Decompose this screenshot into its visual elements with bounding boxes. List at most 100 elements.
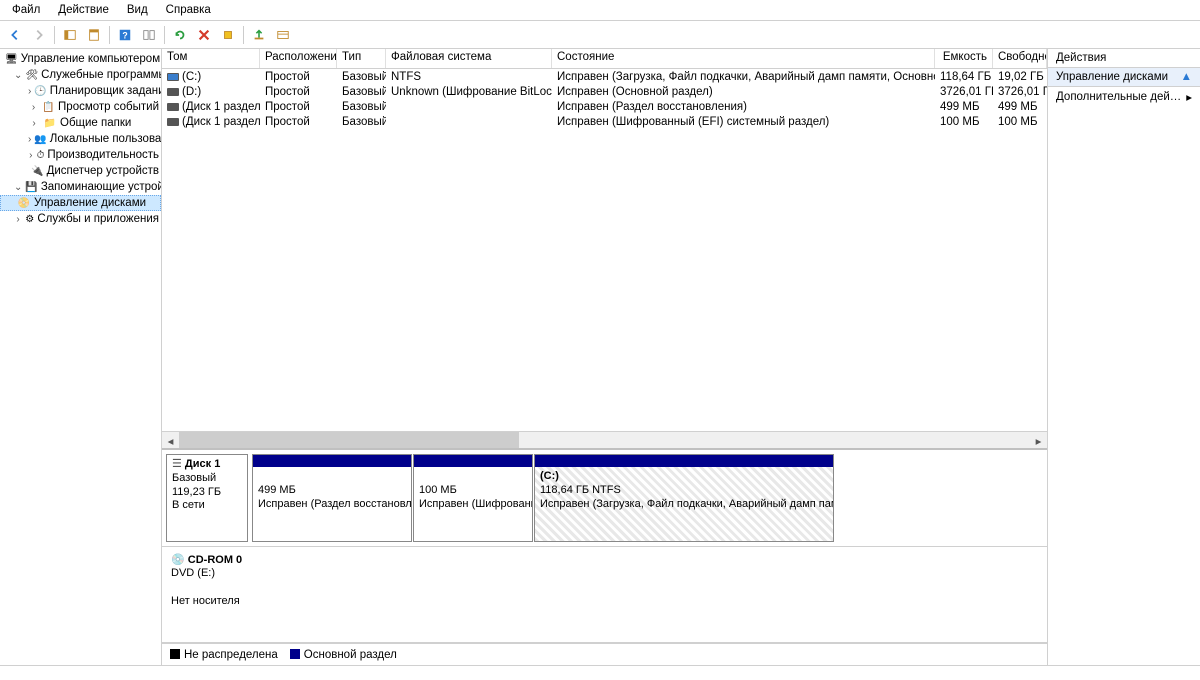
drive-icon xyxy=(167,73,179,81)
scroll-right-icon[interactable]: ▸ xyxy=(1030,432,1047,449)
tree-label: Службы и приложения xyxy=(37,213,159,225)
tree-scheduler[interactable]: ›🕒Планировщик заданий xyxy=(0,83,161,99)
partition-status: Исправен (Шифрованнь xyxy=(419,498,532,510)
swatch-icon xyxy=(170,649,180,659)
partition-size: 499 МБ xyxy=(258,484,296,496)
options-button[interactable] xyxy=(138,24,160,46)
services-icon: ⚙ xyxy=(25,212,34,226)
tree-storage[interactable]: ⌄💾Запоминающие устройст xyxy=(0,179,161,195)
drive-icon xyxy=(167,88,179,96)
clock-icon: 🕒 xyxy=(34,84,46,98)
col-volume[interactable]: Том xyxy=(162,49,260,68)
delete-button[interactable] xyxy=(193,24,215,46)
partition-stripe xyxy=(414,455,532,467)
volume-row[interactable]: (Диск 1 раздел 2) Простой Базовый Исправ… xyxy=(162,114,1047,129)
partition-c[interactable]: (C:) 118,64 ГБ NTFS Исправен (Загрузка, … xyxy=(534,454,834,542)
disk-status: Нет носителя xyxy=(171,595,240,607)
volume-list-header: Том Расположение Тип Файловая система Со… xyxy=(162,49,1047,69)
users-icon: 👥 xyxy=(34,132,46,146)
partition-status: Исправен (Загрузка, Файл подкачки, Авари… xyxy=(540,498,833,510)
partition-size: 100 МБ xyxy=(419,484,457,496)
tree-label: Управление дисками xyxy=(34,197,146,209)
tree-label: Локальные пользоват xyxy=(50,133,161,145)
main-area: 🖥Управление компьютером (л ⌄🛠Служебные п… xyxy=(0,49,1200,665)
volume-name: (Диск 1 раздел 2) xyxy=(182,116,260,128)
disk-icon: 📀 xyxy=(17,196,31,210)
properties-button[interactable] xyxy=(83,24,105,46)
tree-label: Общие папки xyxy=(60,117,131,129)
col-status[interactable]: Состояние xyxy=(552,49,935,68)
disk-type: Базовый xyxy=(172,472,216,484)
tree-local-users[interactable]: ›👥Локальные пользоват xyxy=(0,131,161,147)
col-free[interactable]: Свободно xyxy=(993,49,1047,68)
cdrom-label[interactable]: 💿 CD-ROM 0 DVD (E:) Нет носителя xyxy=(166,551,248,639)
tree-label: Управление компьютером (л xyxy=(21,53,161,65)
chevron-right-icon: ▸ xyxy=(1186,90,1192,104)
tree-system-tools[interactable]: ⌄🛠Служебные программы xyxy=(0,67,161,83)
scroll-left-icon[interactable]: ◂ xyxy=(162,432,179,449)
toolbar-separator xyxy=(109,26,110,44)
actions-header: Действия xyxy=(1048,49,1200,68)
disk-layout-panel: ☰ Диск 1 Базовый 119,23 ГБ В сети 499 МБ… xyxy=(162,450,1047,665)
toolbar: ? xyxy=(0,21,1200,49)
forward-button[interactable] xyxy=(28,24,50,46)
disk-row-cdrom: 💿 CD-ROM 0 DVD (E:) Нет носителя xyxy=(162,547,1047,644)
disk-type: DVD (E:) xyxy=(171,567,215,579)
cdrom-icon: 💿 xyxy=(171,554,188,566)
svg-text:?: ? xyxy=(122,30,127,40)
toolbar-separator xyxy=(54,26,55,44)
partition-size: 118,64 ГБ NTFS xyxy=(540,484,621,496)
computer-icon: 🖥 xyxy=(5,52,18,66)
toolbar-button[interactable] xyxy=(248,24,270,46)
tree-label: Служебные программы xyxy=(41,69,161,81)
actions-more[interactable]: Дополнительные дей… ▸ xyxy=(1048,87,1200,107)
partition-stripe xyxy=(535,455,833,467)
collapse-icon: ▲ xyxy=(1181,71,1192,83)
tree-device-manager[interactable]: 🔌Диспетчер устройств xyxy=(0,163,161,179)
volume-list: Том Расположение Тип Файловая система Со… xyxy=(162,49,1047,450)
actions-group[interactable]: Управление дисками ▲ xyxy=(1048,68,1200,87)
toolbar-button[interactable] xyxy=(217,24,239,46)
volume-row[interactable]: (C:) Простой Базовый NTFS Исправен (Загр… xyxy=(162,69,1047,84)
disk1-label[interactable]: ☰ Диск 1 Базовый 119,23 ГБ В сети xyxy=(166,454,248,542)
toolbar-separator xyxy=(243,26,244,44)
tree-label: Планировщик заданий xyxy=(50,85,161,97)
volume-row[interactable]: (Диск 1 раздел 1) Простой Базовый Исправ… xyxy=(162,99,1047,114)
tree-label: Просмотр событий xyxy=(58,101,159,113)
col-capacity[interactable]: Емкость xyxy=(935,49,993,68)
menu-view[interactable]: Вид xyxy=(119,2,156,18)
back-button[interactable] xyxy=(4,24,26,46)
tree-services-apps[interactable]: ›⚙Службы и приложения xyxy=(0,211,161,227)
actions-pane: Действия Управление дисками ▲ Дополнител… xyxy=(1048,49,1200,665)
col-layout[interactable]: Расположение xyxy=(260,49,337,68)
help-button[interactable]: ? xyxy=(114,24,136,46)
actions-group-label: Управление дисками xyxy=(1056,71,1168,83)
volume-name: (D:) xyxy=(182,86,201,98)
tree-label: Диспетчер устройств xyxy=(47,165,159,177)
menu-help[interactable]: Справка xyxy=(158,2,219,18)
tree-performance[interactable]: ›⏱Производительность xyxy=(0,147,161,163)
tree-event-viewer[interactable]: ›📋Просмотр событий xyxy=(0,99,161,115)
partition-status: Исправен (Раздел восстановлени xyxy=(258,498,411,510)
partition-efi[interactable]: 100 МБ Исправен (Шифрованнь xyxy=(413,454,533,542)
volume-list-hscroll[interactable]: ◂ ▸ xyxy=(162,431,1047,448)
volume-row[interactable]: (D:) Простой Базовый Unknown (Шифрование… xyxy=(162,84,1047,99)
toolbar-button[interactable] xyxy=(272,24,294,46)
menu-action[interactable]: Действие xyxy=(50,2,117,18)
tree-shared-folders[interactable]: ›📁Общие папки xyxy=(0,115,161,131)
swatch-icon xyxy=(290,649,300,659)
refresh-button[interactable] xyxy=(169,24,191,46)
menu-file[interactable]: Файл xyxy=(4,2,48,18)
folder-icon: 📁 xyxy=(43,116,57,130)
legend: Не распределена Основной раздел xyxy=(162,643,1047,665)
tree-disk-management[interactable]: 📀Управление дисками xyxy=(0,195,161,211)
drive-icon xyxy=(167,103,179,111)
tree-root[interactable]: 🖥Управление компьютером (л xyxy=(0,51,161,67)
center-panel: Том Расположение Тип Файловая система Со… xyxy=(162,49,1048,665)
show-hide-tree-button[interactable] xyxy=(59,24,81,46)
partition-recovery[interactable]: 499 МБ Исправен (Раздел восстановлени xyxy=(252,454,412,542)
col-type[interactable]: Тип xyxy=(337,49,386,68)
tree-label: Запоминающие устройст xyxy=(41,181,161,193)
disk-icon: ☰ xyxy=(172,458,185,470)
col-fs[interactable]: Файловая система xyxy=(386,49,552,68)
